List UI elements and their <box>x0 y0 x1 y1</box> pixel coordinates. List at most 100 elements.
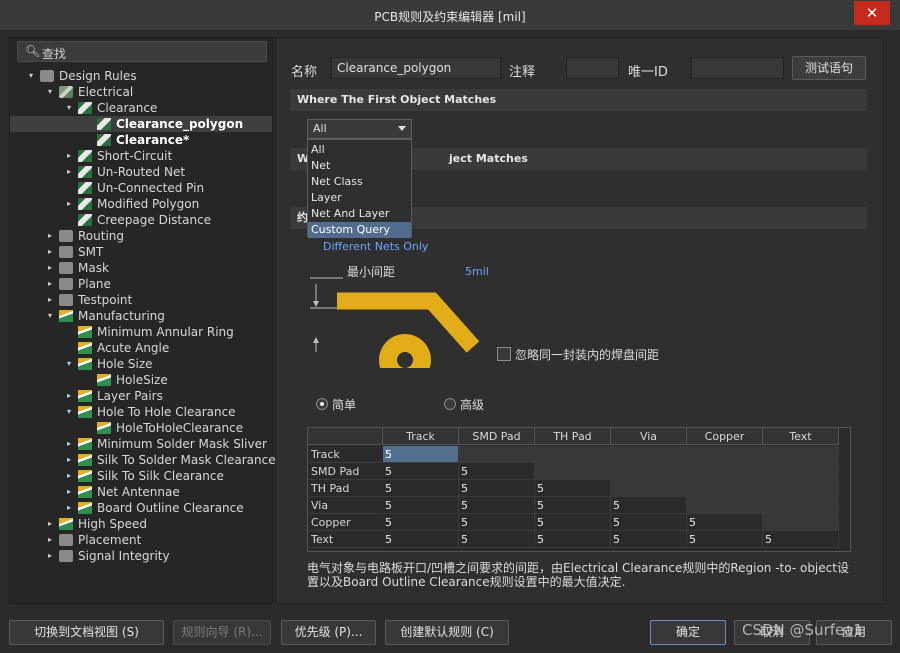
scope-option[interactable]: All <box>308 142 411 158</box>
matrix-cell[interactable]: 5 <box>383 497 459 514</box>
matrix-cell[interactable]: 5 <box>535 480 611 497</box>
tree-item[interactable]: HoleSize <box>10 372 272 388</box>
collapsed-arrow-icon[interactable]: ▸ <box>64 468 74 484</box>
tree-item[interactable]: ▸ Plane <box>10 276 272 292</box>
scope-option[interactable]: Net And Layer <box>308 206 411 222</box>
tree-item[interactable]: ▸ Short-Circuit <box>10 148 272 164</box>
matrix-cell[interactable]: 5 <box>383 446 459 463</box>
matrix-cell[interactable]: 5 <box>611 531 687 548</box>
tree-item[interactable]: ▸ Routing <box>10 228 272 244</box>
scope-combo[interactable]: All <box>307 119 412 139</box>
search-input[interactable]: 🔍︎ 查找 <box>17 41 267 62</box>
tree-item[interactable]: ▸ Silk To Silk Clearance <box>10 468 272 484</box>
expanded-arrow-icon[interactable]: ▾ <box>64 356 74 372</box>
matrix-cell[interactable]: 5 <box>383 463 459 480</box>
expanded-arrow-icon[interactable]: ▾ <box>64 404 74 420</box>
tree-item[interactable]: ▾ Clearance <box>10 100 272 116</box>
collapsed-arrow-icon[interactable]: ▸ <box>45 548 55 564</box>
name-field[interactable]: Clearance_polygon <box>331 57 501 79</box>
tree-item[interactable]: ▸ Board Outline Clearance <box>10 500 272 516</box>
collapsed-arrow-icon[interactable]: ▸ <box>64 164 74 180</box>
collapsed-arrow-icon[interactable]: ▸ <box>64 148 74 164</box>
tree-item[interactable]: ▸ Modified Polygon <box>10 196 272 212</box>
tree-item[interactable]: Minimum Annular Ring <box>10 324 272 340</box>
first-object-section: Where The First Object Matches <box>290 89 867 111</box>
matrix-cell[interactable]: 5 <box>459 463 535 480</box>
matrix-cell[interactable]: 5 <box>459 514 535 531</box>
collapsed-arrow-icon[interactable]: ▸ <box>64 484 74 500</box>
scope-option[interactable]: Custom Query <box>308 222 411 238</box>
rule-wizard-button[interactable]: 规则向导 (R)... <box>173 620 271 645</box>
matrix-cell[interactable]: 5 <box>459 531 535 548</box>
priority-button[interactable]: 优先级 (P)... <box>281 620 376 645</box>
matrix-cell[interactable]: 5 <box>383 514 459 531</box>
collapsed-arrow-icon[interactable]: ▸ <box>64 436 74 452</box>
tree-item[interactable]: ▸ Net Antennae <box>10 484 272 500</box>
tree-item[interactable]: ▾ Electrical <box>10 84 272 100</box>
collapsed-arrow-icon[interactable]: ▸ <box>45 276 55 292</box>
tree-item[interactable]: ▸ Un-Routed Net <box>10 164 272 180</box>
tree-item[interactable]: Acute Angle <box>10 340 272 356</box>
matrix-cell[interactable]: 5 <box>535 497 611 514</box>
tree-item[interactable]: ▸ Silk To Solder Mask Clearance <box>10 452 276 468</box>
tree-item[interactable]: ▸ Mask <box>10 260 272 276</box>
expanded-arrow-icon[interactable]: ▾ <box>64 100 74 116</box>
close-button[interactable]: ✕ <box>854 1 890 25</box>
comment-field[interactable] <box>566 57 619 79</box>
tree-item[interactable]: Creepage Distance <box>10 212 272 228</box>
collapsed-arrow-icon[interactable]: ▸ <box>45 516 55 532</box>
expanded-arrow-icon[interactable]: ▾ <box>45 84 55 100</box>
tree-item[interactable]: ▸ Signal Integrity <box>10 548 272 564</box>
uid-field[interactable] <box>691 57 784 79</box>
min-clearance-value[interactable]: 5mil <box>465 265 489 278</box>
collapsed-arrow-icon[interactable]: ▸ <box>64 500 74 516</box>
mfg-rule-icon <box>78 470 92 482</box>
matrix-cell[interactable]: 5 <box>763 531 839 548</box>
ignore-pads-checkbox[interactable] <box>497 347 511 361</box>
scope-option[interactable]: Layer <box>308 190 411 206</box>
tree-item[interactable]: ▾ Design Rules <box>10 68 272 84</box>
ok-button[interactable]: 确定 <box>650 620 726 645</box>
collapsed-arrow-icon[interactable]: ▸ <box>64 196 74 212</box>
expanded-arrow-icon[interactable]: ▾ <box>45 308 55 324</box>
test-query-button[interactable]: 测试语句 <box>792 56 866 80</box>
mfg-rule-icon <box>78 358 92 370</box>
tree-item[interactable]: ▾ Manufacturing <box>10 308 272 324</box>
collapsed-arrow-icon[interactable]: ▸ <box>45 228 55 244</box>
tree-item[interactable]: Clearance_polygon <box>10 116 272 132</box>
collapsed-arrow-icon[interactable]: ▸ <box>45 244 55 260</box>
tree-item[interactable]: ▾ Hole Size <box>10 356 272 372</box>
expanded-arrow-icon[interactable]: ▾ <box>26 68 36 84</box>
matrix-cell[interactable]: 5 <box>687 531 763 548</box>
simple-radio[interactable] <box>316 398 328 410</box>
tree-item[interactable]: ▸ SMT <box>10 244 272 260</box>
collapsed-arrow-icon[interactable]: ▸ <box>45 292 55 308</box>
tree-item[interactable]: ▾ Hole To Hole Clearance <box>10 404 272 420</box>
matrix-cell[interactable]: 5 <box>535 514 611 531</box>
matrix-cell[interactable]: 5 <box>459 480 535 497</box>
collapsed-arrow-icon[interactable]: ▸ <box>64 388 74 404</box>
tree-item[interactable]: ▸ Testpoint <box>10 292 272 308</box>
collapsed-arrow-icon[interactable]: ▸ <box>45 532 55 548</box>
matrix-cell[interactable]: 5 <box>535 531 611 548</box>
matrix-cell[interactable]: 5 <box>383 531 459 548</box>
matrix-cell[interactable]: 5 <box>459 497 535 514</box>
matrix-cell[interactable]: 5 <box>687 514 763 531</box>
advanced-radio[interactable] <box>444 398 456 410</box>
tree-item[interactable]: ▸ Minimum Solder Mask Sliver <box>10 436 272 452</box>
tree-item[interactable]: ▸ Placement <box>10 532 272 548</box>
scope-option[interactable]: Net Class <box>308 174 411 190</box>
scope-option[interactable]: Net <box>308 158 411 174</box>
collapsed-arrow-icon[interactable]: ▸ <box>45 260 55 276</box>
create-default-rules-button[interactable]: 创建默认规则 (C) <box>385 620 509 645</box>
matrix-cell[interactable]: 5 <box>611 497 687 514</box>
tree-item[interactable]: HoleToHoleClearance <box>10 420 272 436</box>
tree-item[interactable]: ▸ High Speed <box>10 516 272 532</box>
tree-item[interactable]: Un-Connected Pin <box>10 180 272 196</box>
document-view-button[interactable]: 切换到文档视图 (S) <box>9 620 164 645</box>
matrix-cell[interactable]: 5 <box>611 514 687 531</box>
tree-item[interactable]: ▸ Layer Pairs <box>10 388 272 404</box>
tree-item[interactable]: Clearance* <box>10 132 272 148</box>
matrix-cell[interactable]: 5 <box>383 480 459 497</box>
collapsed-arrow-icon[interactable]: ▸ <box>64 452 74 468</box>
